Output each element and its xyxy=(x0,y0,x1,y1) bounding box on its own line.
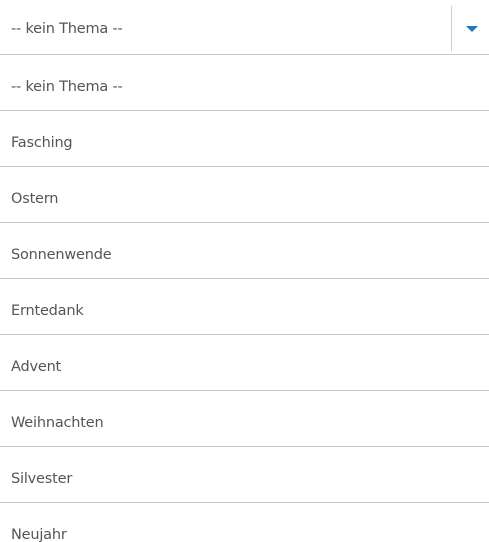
option-sonnenwende[interactable]: Sonnenwende xyxy=(0,223,489,279)
option-kein-thema[interactable]: -- kein Thema -- xyxy=(0,55,489,111)
theme-select[interactable]: -- kein Thema -- xyxy=(0,0,489,55)
option-ostern[interactable]: Ostern xyxy=(0,167,489,223)
option-label: Fasching xyxy=(11,135,73,151)
option-advent[interactable]: Advent xyxy=(0,335,489,391)
dropdown-toggle-button[interactable] xyxy=(452,0,489,55)
option-label: Ostern xyxy=(11,191,59,207)
selected-value: -- kein Thema -- xyxy=(11,21,123,37)
option-label: -- kein Thema -- xyxy=(11,79,123,95)
option-erntedank[interactable]: Erntedank xyxy=(0,279,489,335)
option-label: Erntedank xyxy=(11,303,84,319)
option-label: Sonnenwende xyxy=(11,247,112,263)
options-list: -- kein Thema -- Fasching Ostern Sonnenw… xyxy=(0,55,489,542)
option-weihnachten[interactable]: Weihnachten xyxy=(0,391,489,447)
option-neujahr[interactable]: Neujahr xyxy=(0,503,489,542)
option-label: Weihnachten xyxy=(11,415,104,431)
caret-down-icon xyxy=(466,26,478,32)
option-label: Advent xyxy=(11,359,62,375)
option-label: Neujahr xyxy=(11,527,67,542)
theme-dropdown: -- kein Thema -- -- kein Thema -- Faschi… xyxy=(0,0,489,542)
option-fasching[interactable]: Fasching xyxy=(0,111,489,167)
option-label: Silvester xyxy=(11,471,73,487)
option-silvester[interactable]: Silvester xyxy=(0,447,489,503)
